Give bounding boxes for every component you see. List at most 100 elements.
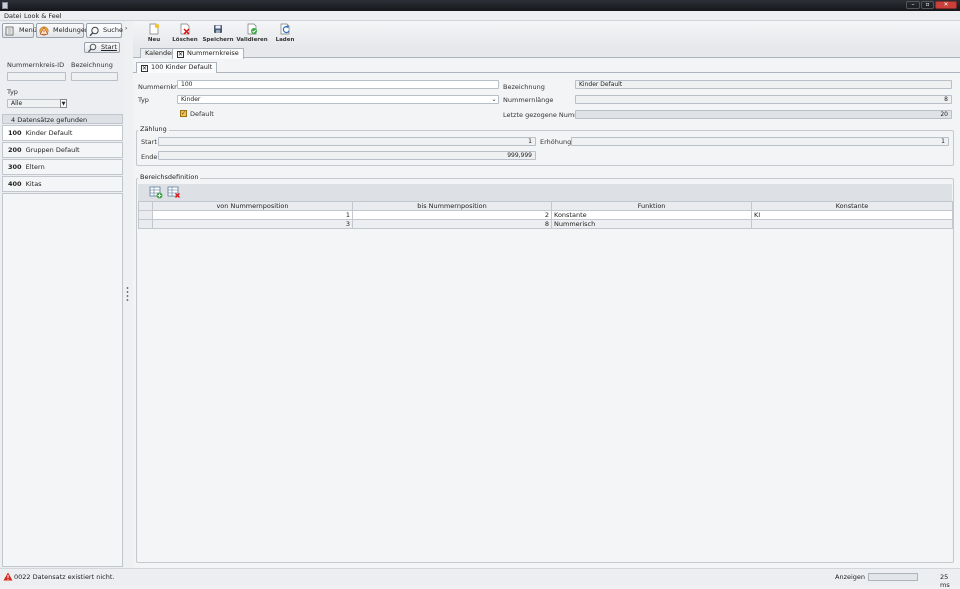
column-header[interactable]: von Nummernposition	[152, 201, 353, 211]
save-icon	[212, 23, 224, 35]
anzeigen-label: Anzeigen	[835, 573, 866, 581]
save-button[interactable]: Speichern	[201, 23, 235, 45]
zaehlung-group	[136, 130, 954, 166]
delete-button[interactable]: Löschen	[168, 23, 202, 45]
close-tab-icon[interactable]: ✕	[177, 51, 184, 58]
type-filter-value: Alle	[11, 100, 23, 107]
menu-icon	[5, 26, 16, 36]
bezeichnung-input[interactable]: Kinder Default	[575, 80, 952, 89]
close-tab-icon[interactable]: ✕	[141, 65, 148, 72]
validate-button[interactable]: Validieren	[235, 23, 269, 45]
nummernlaenge-label: Nummernlänge	[503, 96, 554, 104]
table-cell[interactable]: 1	[152, 210, 353, 220]
delete-icon	[179, 23, 191, 35]
bereich-title: Bereichsdefinition	[138, 173, 201, 181]
results-list-area	[2, 193, 123, 567]
table-cell[interactable]: Nummerisch	[551, 219, 752, 229]
table-toolbar	[138, 184, 952, 201]
error-icon	[3, 572, 13, 583]
list-item[interactable]: 200 Gruppen Default	[2, 142, 123, 158]
table-row[interactable]: 3 8 Nummerisch	[138, 219, 953, 229]
status-time: 25 ms	[940, 573, 950, 589]
column-header[interactable]: Konstante	[751, 201, 953, 211]
tab-record[interactable]: ✕ 100 Kinder Default	[136, 62, 218, 73]
chevron-down-icon[interactable]: ▼	[60, 99, 67, 108]
new-button-label: Neu	[147, 37, 161, 43]
column-header[interactable]: Funktion	[551, 201, 752, 211]
start-input[interactable]: 1	[158, 137, 536, 146]
type-filter-select[interactable]: Alle	[7, 99, 67, 108]
list-item-id: 200	[8, 146, 22, 154]
type-filter-label: Typ	[7, 88, 18, 96]
tab-kalender-label: Kalender	[145, 49, 174, 57]
validate-button-label: Validieren	[236, 37, 268, 43]
ende-input[interactable]: 999,999	[158, 151, 536, 160]
status-message: 0022 Datensatz existiert nicht.	[14, 573, 115, 581]
erhoehung-input[interactable]: 1	[571, 137, 949, 146]
minimize-button[interactable]: –	[906, 1, 920, 9]
table-cell[interactable]: 3	[152, 219, 353, 229]
letzte-nummer-input: 20	[575, 110, 952, 119]
menu-button[interactable]: Menü	[2, 23, 37, 38]
erhoehung-value: 1	[941, 138, 945, 145]
close-button[interactable]: ✕	[935, 1, 957, 9]
magnifier-icon	[89, 26, 100, 37]
default-checkbox[interactable]: ✓	[180, 110, 187, 117]
list-item-id: 100	[8, 129, 22, 137]
table-cell[interactable]: 8	[352, 219, 552, 229]
menu-datei[interactable]: Datei	[4, 12, 21, 20]
nummernkreis-value: 100	[181, 81, 193, 88]
list-item[interactable]: 100 Kinder Default	[2, 125, 123, 141]
magnifier-icon	[87, 43, 98, 53]
delete-row-icon[interactable]	[167, 186, 181, 201]
list-item[interactable]: 400 Kitas	[2, 176, 123, 192]
search-tab-button[interactable]: Suche	[86, 23, 123, 38]
maximize-button[interactable]: ▫	[921, 1, 934, 9]
start-search-button[interactable]: Start	[84, 42, 120, 53]
results-count-text: 4 Datensätze gefunden	[11, 116, 88, 124]
load-button[interactable]: Laden	[268, 23, 302, 45]
id-filter-input[interactable]	[7, 72, 66, 81]
messages-button[interactable]: Meldungen	[36, 23, 89, 38]
bezeichnung-value: Kinder Default	[579, 81, 623, 88]
tab-nummernkreise[interactable]: ✕ Nummernkreise	[172, 48, 244, 59]
nummernkreis-input[interactable]: 100	[177, 80, 499, 89]
menu-look-and-feel[interactable]: Look & Feel	[24, 12, 62, 20]
table-cell[interactable]: Konstante	[551, 210, 752, 220]
tab-nummernkreise-label: Nummernkreise	[187, 49, 239, 57]
chevron-down-icon[interactable]: ⌄	[490, 95, 498, 104]
list-item-name: Eltern	[25, 163, 45, 171]
start-label: Start	[141, 138, 157, 146]
letzte-nummer-value: 20	[940, 111, 948, 118]
list-item-name: Kitas	[25, 180, 42, 188]
nummernlaenge-value: 8	[944, 96, 948, 103]
erhoehung-label: Erhöhung	[540, 138, 572, 146]
default-checkbox-label: Default	[190, 110, 214, 118]
new-button[interactable]: Neu	[137, 23, 171, 45]
results-count-bar: 4 Datensätze gefunden	[2, 114, 123, 124]
progress-bar	[868, 573, 918, 581]
validate-icon	[246, 23, 258, 35]
typ-value: Kinder	[181, 96, 201, 103]
messages-button-label: Meldungen	[53, 26, 90, 34]
table-cell[interactable]	[751, 219, 953, 229]
bezeichnung-label: Bezeichnung	[503, 83, 545, 91]
search-tab-label: Suche	[103, 26, 123, 34]
expand-arrow-icon[interactable]: ›	[125, 25, 127, 32]
typ-select[interactable]: Kinder	[177, 95, 499, 104]
name-filter-label: Bezeichnung	[71, 61, 113, 69]
nummernlaenge-input[interactable]: 8	[575, 95, 952, 104]
row-selector[interactable]	[138, 210, 153, 220]
table-cell[interactable]: KI	[751, 210, 953, 220]
name-filter-input[interactable]	[71, 72, 118, 81]
start-search-label: Start	[101, 43, 117, 51]
typ-label: Typ	[138, 96, 149, 104]
splitter-handle[interactable]	[126, 286, 129, 304]
row-selector[interactable]	[138, 219, 153, 229]
table-cell[interactable]: 2	[352, 210, 552, 220]
table-row[interactable]: 1 2 Konstante KI	[138, 210, 953, 220]
column-header[interactable]: bis Nummernposition	[352, 201, 552, 211]
list-item[interactable]: 300 Eltern	[2, 159, 123, 175]
window-titlebar: – ▫ ✕	[0, 0, 960, 11]
add-row-icon[interactable]	[149, 186, 163, 201]
